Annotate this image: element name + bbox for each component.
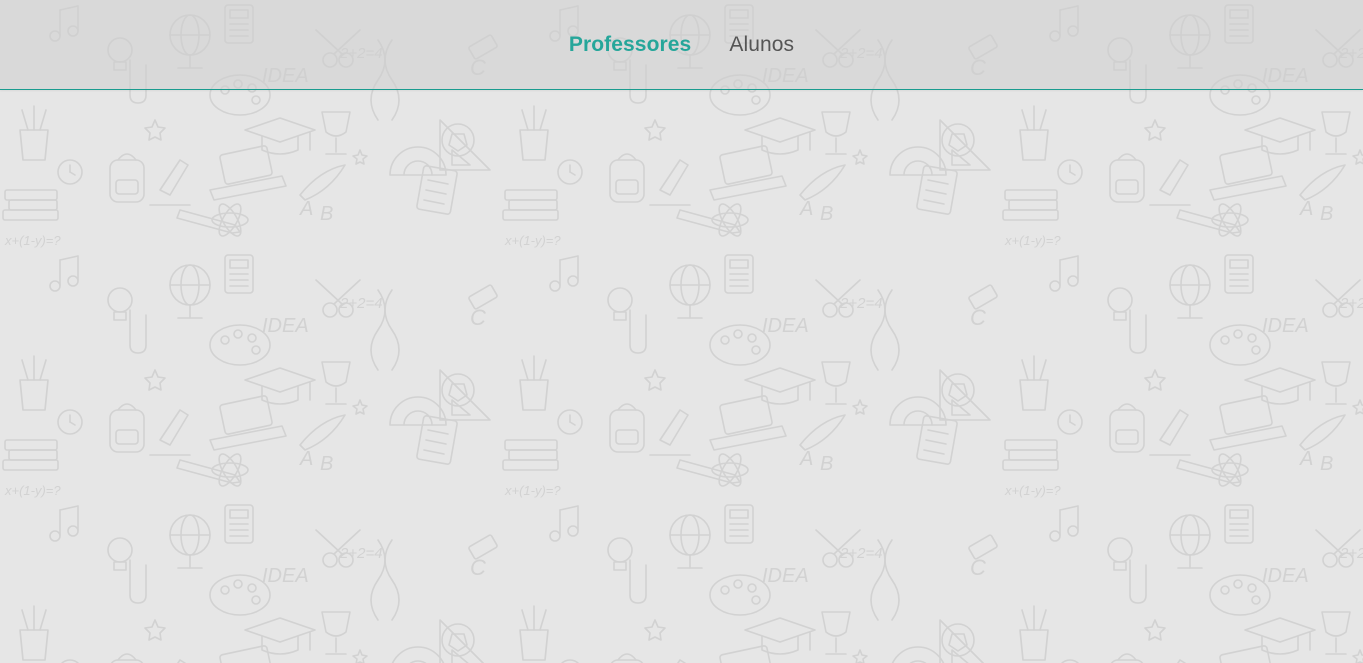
top-navigation-bar: Professores Alunos	[0, 0, 1363, 90]
tab-alunos[interactable]: Alunos	[729, 33, 794, 57]
tab-professores[interactable]: Professores	[569, 33, 692, 57]
main-content-area	[0, 90, 1363, 663]
nav-tabs: Professores Alunos	[0, 0, 1363, 89]
